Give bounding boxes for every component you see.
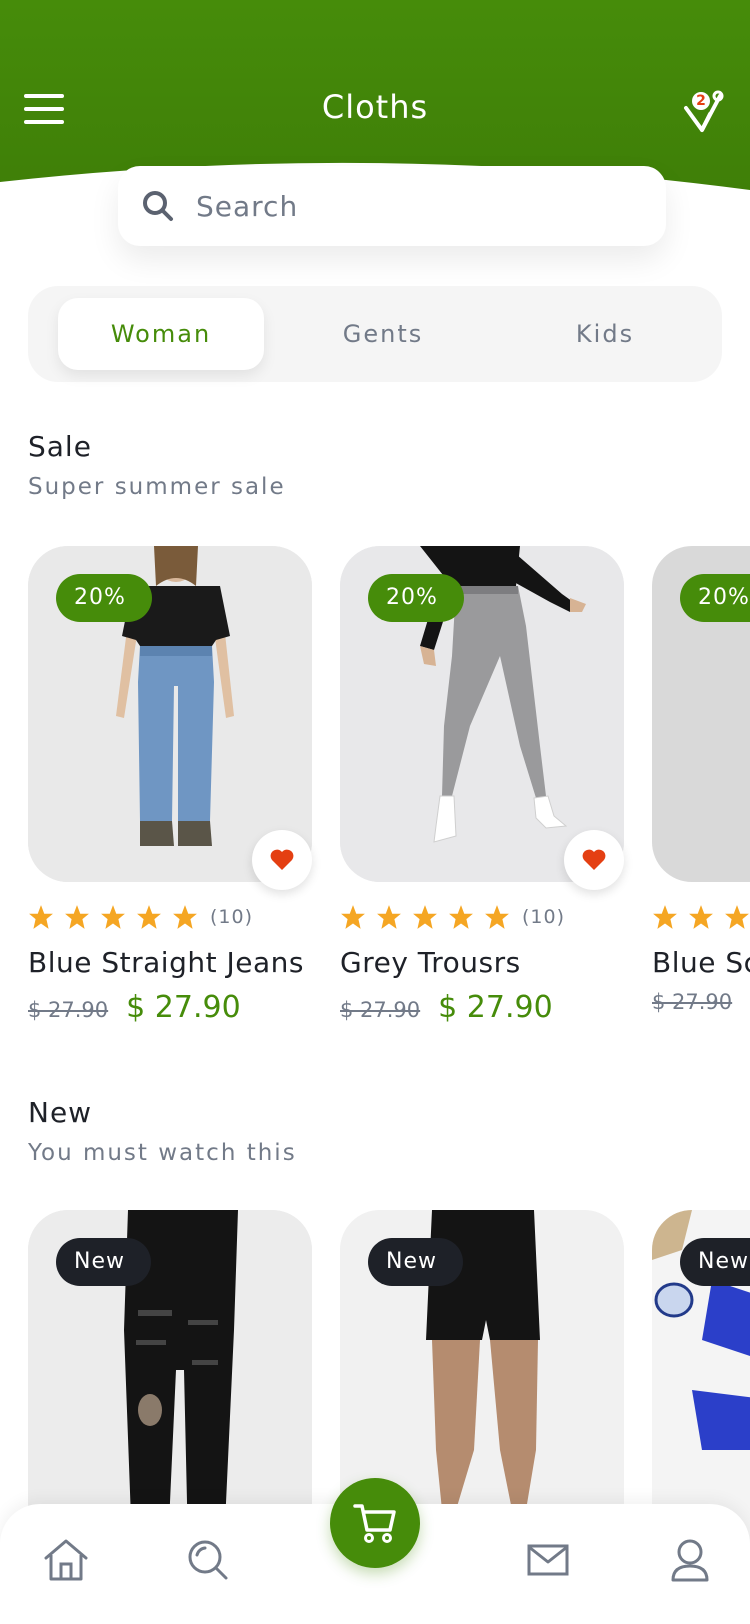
- sale-price: $ 27.90: [126, 990, 241, 1025]
- cart-button[interactable]: [330, 1478, 420, 1568]
- star-icon: [485, 905, 509, 929]
- search-icon: [188, 1540, 228, 1580]
- discount-badge: 20%: [368, 574, 464, 622]
- page-title: Cloths: [321, 88, 429, 126]
- product-image[interactable]: 20%: [652, 546, 750, 882]
- search-bar[interactable]: [118, 166, 666, 246]
- product-prices: $ 27.90 $ 27.90: [28, 990, 241, 1025]
- star-icon: [413, 905, 437, 929]
- product-card[interactable]: 20% Blue Sc $ 27.90: [652, 546, 750, 1016]
- product-card[interactable]: 20% (10) Grey Trousrs $ 27.90 $ 27.90: [340, 546, 624, 1025]
- product-name[interactable]: Blue Sc: [652, 946, 750, 979]
- tab-kids[interactable]: Kids: [502, 298, 708, 370]
- star-icon: [65, 905, 89, 929]
- star-icon: [689, 905, 713, 929]
- new-section-title: New: [28, 1096, 93, 1129]
- search-input[interactable]: [196, 189, 616, 223]
- sale-section-title: Sale: [28, 430, 92, 463]
- discount-badge: 20%: [56, 574, 152, 622]
- old-price: $ 27.90: [28, 998, 109, 1022]
- notification-badge: 2: [692, 92, 710, 110]
- new-section-subtitle: You must watch this: [28, 1140, 297, 1166]
- favorite-button[interactable]: [252, 830, 312, 890]
- cart-icon: [353, 1504, 396, 1543]
- heart-icon: [270, 849, 294, 870]
- star-icon: [137, 905, 161, 929]
- nav-home[interactable]: [40, 1534, 92, 1586]
- category-tabs: Woman Gents Kids: [28, 286, 722, 382]
- product-prices: $ 27.90 $ 27.90: [340, 990, 553, 1025]
- rating: (10): [28, 902, 253, 932]
- discount-badge: 20%: [680, 574, 750, 622]
- new-badge: New: [368, 1238, 463, 1286]
- star-icon: [725, 905, 749, 929]
- new-badge: New: [56, 1238, 151, 1286]
- product-prices: $ 27.90: [652, 990, 750, 1014]
- new-badge: New: [680, 1238, 750, 1286]
- star-icon: [101, 905, 125, 929]
- sale-price: $ 27.90: [438, 990, 553, 1025]
- product-card[interactable]: New: [28, 1210, 312, 1546]
- mail-icon: [527, 1544, 569, 1576]
- product-card[interactable]: 20% (10) Blue Straight Jeans $ 27.90 $ 2…: [28, 546, 312, 1025]
- star-icon: [29, 905, 53, 929]
- star-icon: [653, 905, 677, 929]
- review-count: (10): [522, 906, 566, 928]
- old-price: $ 27.90: [652, 990, 733, 1014]
- search-icon: [143, 191, 173, 221]
- nav-profile[interactable]: [664, 1534, 716, 1586]
- tab-gents[interactable]: Gents: [280, 298, 486, 370]
- star-icon: [377, 905, 401, 929]
- star-icon: [173, 905, 197, 929]
- product-image[interactable]: New: [28, 1210, 312, 1546]
- star-icon: [449, 905, 473, 929]
- nav-search[interactable]: [182, 1534, 234, 1586]
- hanger-button[interactable]: 2: [680, 88, 728, 136]
- nav-messages[interactable]: [522, 1534, 574, 1586]
- old-price: $ 27.90: [340, 998, 421, 1022]
- rating: (10): [340, 902, 565, 932]
- rating: [652, 902, 750, 932]
- product-card[interactable]: New: [652, 1210, 750, 1546]
- favorite-button[interactable]: [564, 830, 624, 890]
- heart-icon: [582, 849, 606, 870]
- review-count: (10): [210, 906, 254, 928]
- star-icon: [341, 905, 365, 929]
- tab-woman[interactable]: Woman: [58, 298, 264, 370]
- product-name[interactable]: Blue Straight Jeans: [28, 946, 304, 979]
- home-icon: [44, 1539, 88, 1581]
- product-name[interactable]: Grey Trousrs: [340, 946, 521, 979]
- product-image[interactable]: New: [652, 1210, 750, 1546]
- sale-section-subtitle: Super summer sale: [28, 474, 286, 500]
- profile-icon: [671, 1539, 709, 1582]
